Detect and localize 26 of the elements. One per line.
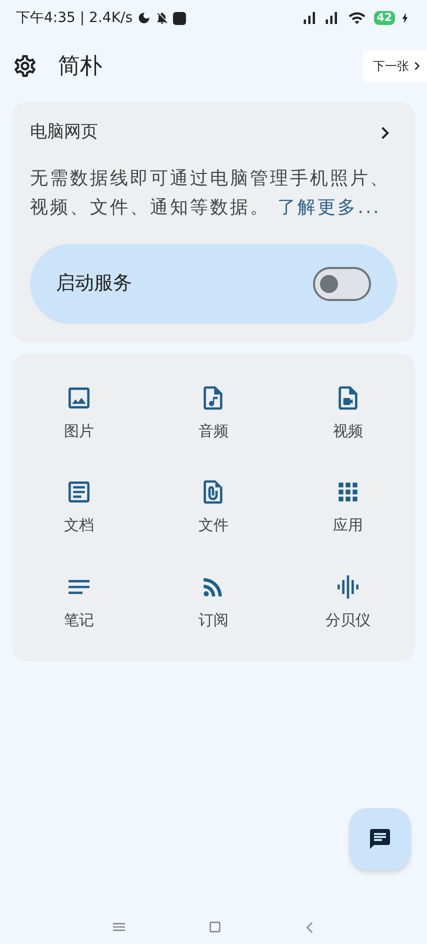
feature-tile[interactable]: 订阅	[146, 572, 281, 631]
feature-tile[interactable]: 视频	[280, 384, 415, 442]
next-button[interactable]: 下一张	[363, 50, 427, 82]
learn-more-link[interactable]: 了解更多...	[278, 196, 381, 218]
feedback-button[interactable]	[349, 808, 411, 870]
feature-tile[interactable]: 分贝仪	[280, 572, 415, 631]
service-switch[interactable]	[313, 266, 371, 300]
service-label: 启动服务	[56, 271, 132, 296]
bell-off-icon	[154, 11, 169, 25]
feature-tile[interactable]: 音频	[146, 384, 281, 442]
settings-icon[interactable]	[12, 53, 38, 79]
feature-tile[interactable]: 文档	[12, 478, 146, 536]
battery-level: 42	[374, 11, 395, 25]
feature-tile[interactable]: 应用	[280, 478, 415, 536]
status-time: 下午4:35 | 2.4K/s	[16, 8, 133, 28]
feature-tile[interactable]: 文件	[146, 478, 281, 536]
chat-icon	[368, 827, 392, 851]
card-title: 电脑网页	[30, 121, 98, 144]
app-icon	[172, 12, 186, 24]
app-title: 简朴	[58, 52, 102, 80]
card-description: 无需数据线即可通过电脑管理手机照片、视频、文件、通知等数据。 了解更多...	[30, 166, 391, 220]
moon-icon	[136, 11, 151, 25]
feature-tile[interactable]: 笔记	[12, 572, 146, 631]
service-row[interactable]: 启动服务	[30, 244, 397, 324]
feature-tile[interactable]: 图片	[12, 384, 146, 442]
home-icon[interactable]	[207, 919, 223, 935]
